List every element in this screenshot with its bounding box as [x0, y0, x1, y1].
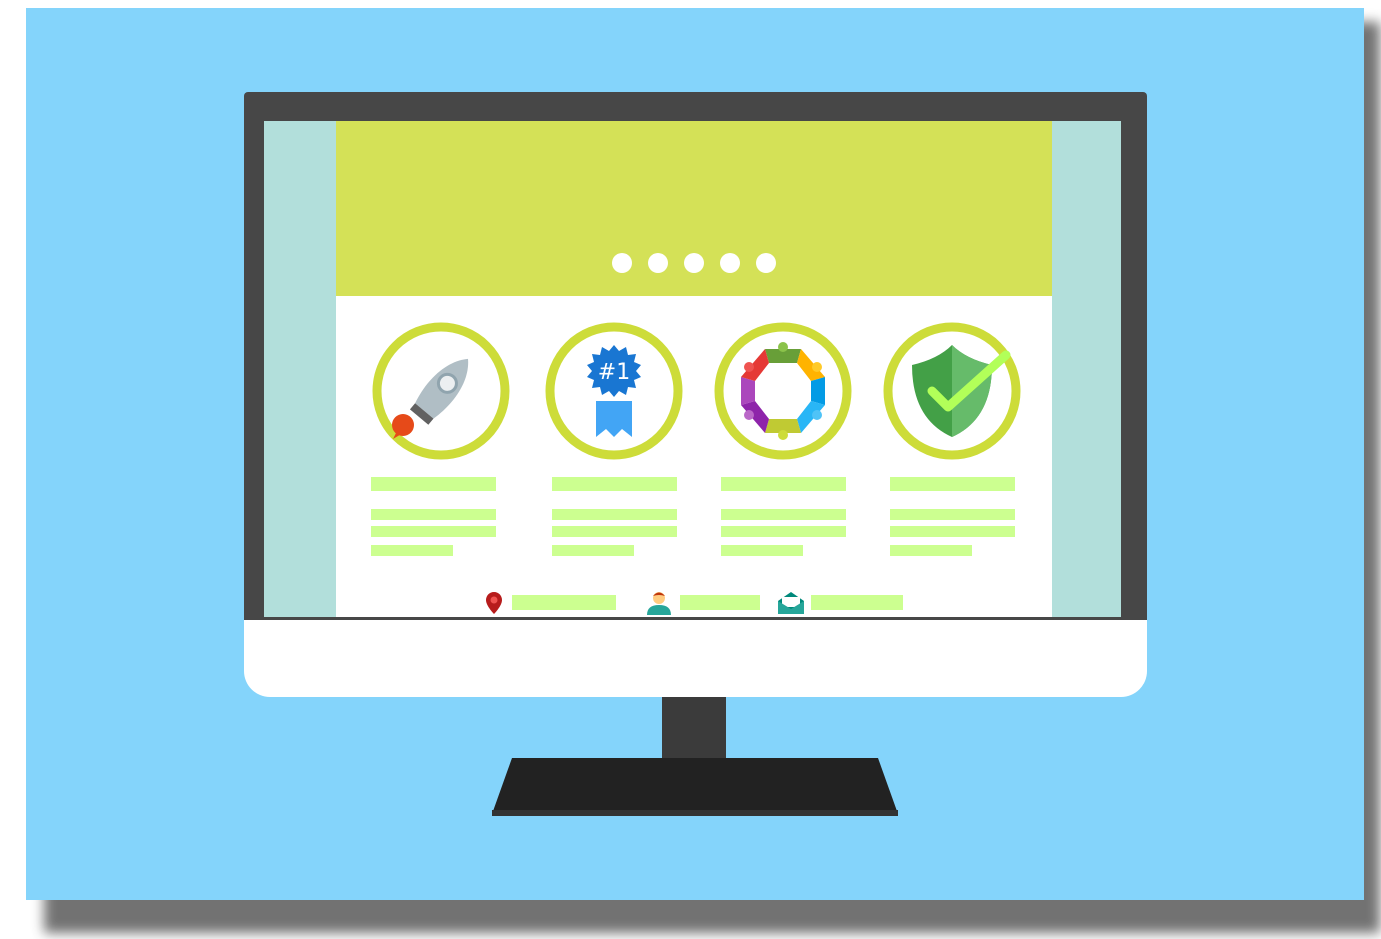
- contact-text-bar: [811, 595, 903, 610]
- feature-text-bar: [552, 526, 677, 537]
- contact-person[interactable]: [646, 591, 761, 615]
- illustration-card: #1: [26, 8, 1364, 900]
- feature-text-bar: [371, 526, 496, 537]
- feature-text-bar: [721, 545, 803, 556]
- rocket-icon: [372, 322, 510, 460]
- feature-award: #1: [544, 321, 684, 561]
- shield-check-icon: [883, 322, 1021, 460]
- feature-security: [882, 321, 1022, 561]
- hero-banner: [336, 121, 1052, 296]
- feature-team: [713, 321, 853, 561]
- team-circle-icon: [714, 322, 852, 460]
- slider-dots: [336, 253, 1052, 273]
- slider-dot[interactable]: [612, 253, 632, 273]
- monitor-stand-base: [492, 758, 898, 816]
- user-icon: [647, 592, 671, 615]
- feature-text-bar: [721, 526, 846, 537]
- mail-icon: [778, 592, 804, 614]
- feature-text-bar: [552, 509, 677, 520]
- location-pin-icon: [486, 592, 502, 614]
- feature-title-bar: [552, 477, 677, 491]
- feature-title-bar: [371, 477, 496, 491]
- feature-text-bar: [890, 545, 972, 556]
- feature-title-bar: [890, 477, 1015, 491]
- monitor-screen: #1: [264, 121, 1121, 617]
- monitor-chin: [244, 620, 1147, 697]
- slider-dot[interactable]: [720, 253, 740, 273]
- feature-text-bar: [371, 545, 453, 556]
- feature-text-bar: [371, 509, 496, 520]
- award-ribbon-icon: #1: [545, 322, 683, 460]
- contact-email[interactable]: [777, 591, 905, 615]
- feature-title-bar: [721, 477, 846, 491]
- feature-text-bar: [552, 545, 634, 556]
- contact-text-bar: [680, 595, 760, 610]
- website-page: #1: [336, 121, 1052, 617]
- feature-text-bar: [721, 509, 846, 520]
- contact-text-bar: [512, 595, 616, 610]
- award-badge-text: #1: [598, 360, 630, 385]
- contact-location[interactable]: [484, 591, 619, 615]
- feature-text-bar: [890, 526, 1015, 537]
- slider-dot[interactable]: [684, 253, 704, 273]
- feature-text-bar: [890, 509, 1015, 520]
- feature-rocket: [371, 321, 511, 561]
- slider-dot[interactable]: [756, 253, 776, 273]
- slider-dot[interactable]: [648, 253, 668, 273]
